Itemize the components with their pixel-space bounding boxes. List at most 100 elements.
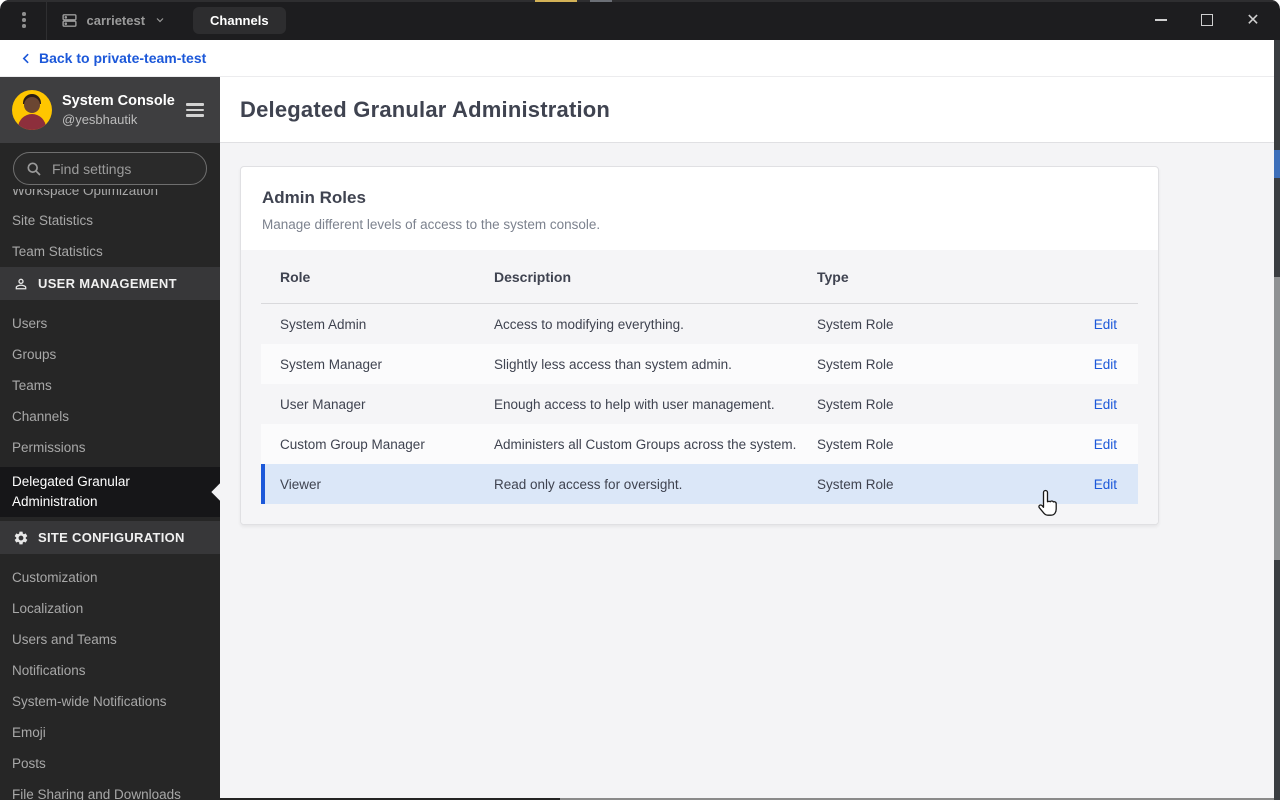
- cell-description: Administers all Custom Groups across the…: [494, 436, 797, 452]
- table-row-system-manager: System Manager Slightly less access than …: [261, 344, 1138, 384]
- sidebar-item-delegated-granular-administration[interactable]: Delegated Granular Administration: [0, 467, 220, 517]
- titlebar: carrietest Channels ✕: [0, 0, 1280, 40]
- search-box[interactable]: [13, 152, 207, 185]
- sidebar-title: System Console: [62, 93, 175, 109]
- sidebar-item-label: Users: [12, 316, 48, 331]
- sidebar-item-label: Groups: [12, 347, 57, 362]
- column-header-role: Role: [280, 268, 311, 285]
- main-content: Delegated Granular Administration Admin …: [220, 77, 1280, 800]
- card-subtitle: Manage different levels of access to the…: [262, 217, 601, 232]
- sidebar-item-label: System-wide Notifications: [12, 694, 167, 709]
- titlebar-divider: [45, 0, 47, 40]
- table-row-user-manager: User Manager Enough access to help with u…: [261, 384, 1138, 424]
- cell-role: Viewer: [280, 476, 322, 492]
- main-header: Delegated Granular Administration: [220, 77, 1280, 143]
- sidebar-item-localization[interactable]: Localization: [0, 593, 220, 624]
- avatar[interactable]: [12, 90, 52, 130]
- cell-role: User Manager: [280, 396, 366, 412]
- cell-role: Custom Group Manager: [280, 436, 425, 452]
- minimize-icon: [1155, 19, 1167, 21]
- roles-table: Role Description Type System Admin Access…: [241, 250, 1158, 524]
- sidebar-item-channels[interactable]: Channels: [0, 401, 220, 432]
- edit-link[interactable]: Edit: [1094, 477, 1117, 492]
- cell-type: System Role: [817, 476, 894, 492]
- selected-indicator: [211, 482, 220, 502]
- edit-link[interactable]: Edit: [1094, 357, 1117, 372]
- sidebar-item-site-statistics[interactable]: Site Statistics: [0, 205, 220, 236]
- chevron-left-icon: [20, 52, 33, 65]
- scrollbar-mark: [1274, 150, 1280, 178]
- cell-description: Read only access for oversight.: [494, 476, 683, 492]
- sidebar-item-system-wide-notifications[interactable]: System-wide Notifications: [0, 686, 220, 717]
- edit-link[interactable]: Edit: [1094, 317, 1117, 332]
- cell-role: System Admin: [280, 316, 367, 332]
- app-window: carrietest Channels ✕ Back to private-te…: [0, 0, 1280, 800]
- cell-description: Access to modifying everything.: [494, 316, 684, 332]
- cell-description: Slightly less access than system admin.: [494, 356, 732, 372]
- kebab-menu-icon[interactable]: [18, 8, 30, 32]
- user-icon: [13, 276, 29, 292]
- sidebar-item-permissions[interactable]: Permissions: [0, 432, 220, 463]
- sidebar-item-label: Teams: [12, 378, 52, 393]
- search-wrap: [0, 143, 220, 189]
- sidebar-nav: Workspace Optimization Site Statistics Tea…: [0, 189, 220, 800]
- sidebar-item-groups[interactable]: Groups: [0, 339, 220, 370]
- sidebar-item-teams[interactable]: Teams: [0, 370, 220, 401]
- sidebar-item-workspace-optimization[interactable]: Workspace Optimization: [0, 189, 220, 205]
- sidebar-item-label: Workspace Optimization: [12, 189, 159, 198]
- chevron-down-icon: [154, 14, 166, 26]
- close-button[interactable]: ✕: [1230, 0, 1276, 40]
- cell-role: System Manager: [280, 356, 383, 372]
- edit-link[interactable]: Edit: [1094, 397, 1117, 412]
- sidebar-item-label: Users and Teams: [12, 632, 117, 647]
- minimize-button[interactable]: [1138, 0, 1184, 40]
- column-header-description: Description: [494, 268, 572, 285]
- sidebar-item-users[interactable]: Users: [0, 308, 220, 339]
- sidebar-item-file-sharing-and-downloads[interactable]: File Sharing and Downloads: [0, 779, 220, 800]
- cell-type: System Role: [817, 316, 894, 332]
- close-icon: ✕: [1246, 10, 1260, 29]
- admin-roles-card: Admin Roles Manage different levels of a…: [240, 166, 1159, 525]
- right-scrollbar[interactable]: [1274, 40, 1280, 800]
- sidebar-item-label: Site Statistics: [12, 213, 94, 228]
- page-title: Delegated Granular Administration: [240, 96, 611, 122]
- sidebar-section-site-configuration: SITE CONFIGURATION: [0, 521, 220, 554]
- table-row-viewer: Viewer Read only access for oversight. Sys…: [261, 464, 1138, 504]
- tab-channels[interactable]: Channels: [193, 6, 286, 34]
- sidebar-item-team-statistics[interactable]: Team Statistics: [0, 236, 220, 267]
- sidebar-item-label: File Sharing and Downloads: [12, 787, 181, 800]
- sidebar-item-label: Permissions: [12, 440, 86, 455]
- window-controls: ✕: [1138, 0, 1276, 40]
- sidebar-item-label: Channels: [12, 409, 70, 424]
- sidebar-item-label: Delegated Granular Administration: [12, 474, 130, 509]
- sidebar-item-label: Localization: [12, 601, 84, 616]
- server-icon: [61, 12, 78, 29]
- scrollbar-thumb[interactable]: [1274, 277, 1280, 560]
- back-link[interactable]: Back to private-team-test: [20, 50, 206, 66]
- back-link-label: Back to private-team-test: [39, 50, 207, 66]
- table-header-row: Role Description Type: [261, 250, 1138, 304]
- server-selector[interactable]: carrietest: [61, 12, 167, 29]
- gear-icon: [13, 530, 29, 546]
- sidebar-username: @yesbhautik: [62, 112, 138, 127]
- sidebar-item-label: Posts: [12, 756, 46, 771]
- edit-link[interactable]: Edit: [1094, 437, 1117, 452]
- sidebar-item-emoji[interactable]: Emoji: [0, 717, 220, 748]
- sidebar-item-posts[interactable]: Posts: [0, 748, 220, 779]
- sidebar-item-customization[interactable]: Customization: [0, 562, 220, 593]
- sidebar: System Console @yesbhautik Workspace Opt…: [0, 77, 220, 800]
- card-title: Admin Roles: [262, 188, 366, 207]
- sidebar-item-users-and-teams[interactable]: Users and Teams: [0, 624, 220, 655]
- hamburger-menu-icon[interactable]: [182, 99, 208, 121]
- cell-description: Enough access to help with user manageme…: [494, 396, 775, 412]
- search-input[interactable]: [50, 159, 194, 178]
- cell-type: System Role: [817, 396, 894, 412]
- sidebar-item-label: Notifications: [12, 663, 86, 678]
- sidebar-item-notifications[interactable]: Notifications: [0, 655, 220, 686]
- cell-type: System Role: [817, 356, 894, 372]
- sidebar-section-label: SITE CONFIGURATION: [38, 530, 185, 545]
- sidebar-header: System Console @yesbhautik: [0, 77, 220, 143]
- maximize-button[interactable]: [1184, 0, 1230, 40]
- table-row-system-admin: System Admin Access to modifying everythi…: [261, 304, 1138, 344]
- table-row-custom-group-manager: Custom Group Manager Administers all Cust…: [261, 424, 1138, 464]
